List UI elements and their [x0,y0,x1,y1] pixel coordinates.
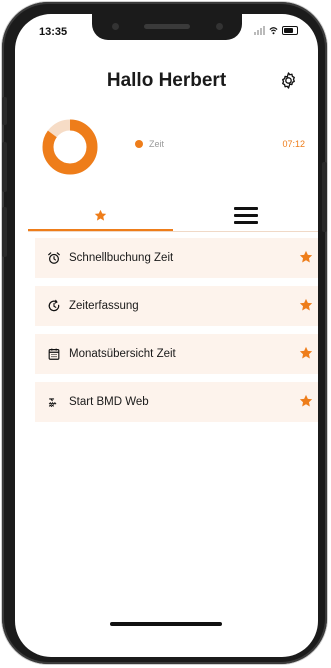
favorite-item-monatsuebersicht[interactable]: Monatsübersicht Zeit [35,334,318,374]
star-icon[interactable] [299,298,313,312]
summary-time-value: 07:12 [282,139,305,149]
mute-switch [2,97,7,125]
page-title: Hallo Herbert [106,70,227,91]
system-icons [254,26,298,35]
status-time: 13:35 [39,26,68,38]
list-item-label: Start BMD Web [69,396,149,408]
tab-menu[interactable] [173,198,318,232]
legend-label: Zeit [149,139,165,149]
volume-down-button [2,207,7,257]
star-icon[interactable] [299,346,313,360]
legend-dot [135,140,143,148]
tab-favorites[interactable] [28,198,173,232]
power-button [322,162,327,232]
star-icon[interactable] [299,394,313,408]
battery-icon [282,26,298,35]
gear-icon[interactable] [279,71,298,90]
home-indicator[interactable] [110,622,222,626]
star-icon[interactable] [299,250,313,264]
notch [92,14,242,40]
favorite-item-zeiterfassung[interactable]: Zeiterfassung [35,286,318,326]
wifi-icon [269,27,278,35]
star-icon [94,209,107,221]
chart-legend: Zeit [135,139,164,149]
phone-frame: 13:35 Hallo Herbert Zeit 07:12 Schnellbu… [2,2,327,664]
speaker-grille [144,24,190,29]
front-camera-icon [112,23,119,30]
list-item-label: Schnellbuchung Zeit [69,252,174,264]
list-item-label: Monatsübersicht Zeit [69,348,176,360]
sensor-icon [216,23,223,30]
status-bar: 13:35 [15,14,318,48]
favorite-item-bmd-web[interactable]: Start BMD Web [35,382,318,422]
time-donut-chart [42,119,98,175]
active-tab-indicator [28,229,173,231]
web-icon [48,398,57,408]
tab-divider [28,231,318,232]
alarm-clock-icon [48,252,60,264]
calendar-icon [48,348,60,360]
hamburger-menu-icon [233,206,258,224]
app-screen: 13:35 Hallo Herbert Zeit 07:12 Schnellbu… [15,14,318,657]
list-item-label: Zeiterfassung [69,300,139,312]
favorite-item-schnellbuchung[interactable]: Schnellbuchung Zeit [35,238,318,278]
tab-bar [28,198,318,234]
favorites-list: Schnellbuchung Zeit Zeiterfassung Monats… [35,238,318,430]
volume-up-button [2,142,7,192]
clock-history-icon [48,299,60,312]
signal-icon [254,26,265,35]
